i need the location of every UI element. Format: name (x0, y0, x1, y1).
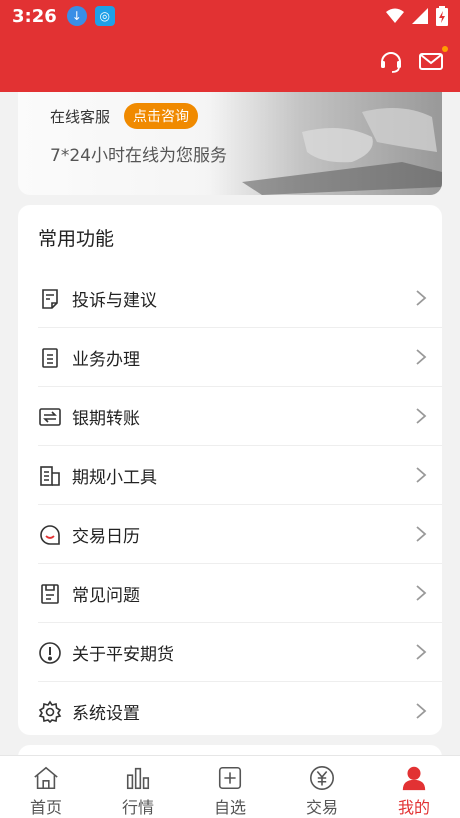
function-label: 交易日历 (72, 527, 140, 547)
market-icon (126, 767, 150, 790)
function-label: 常见问题 (72, 586, 140, 606)
function-list: 投诉与建议 业务办理 银期转账 期规小工具 交易日历 常见问题 关于平安期货 系… (18, 269, 442, 741)
tab-label: 首页 (29, 798, 62, 817)
chevron-right-icon (416, 585, 427, 601)
tab-label: 自选 (213, 798, 246, 817)
chevron-right-icon (416, 703, 427, 719)
watchlist-icon (218, 766, 242, 790)
online-service-banner[interactable]: 在线客服 点击咨询 7*24小时在线为您服务 (18, 92, 442, 195)
feedback-icon (42, 288, 58, 309)
chevron-right-icon (416, 526, 427, 542)
function-item-business[interactable]: 业务办理 (18, 328, 442, 387)
function-item-feedback[interactable]: 投诉与建议 (18, 269, 442, 328)
function-item-faq[interactable]: 常见问题 (18, 564, 442, 623)
common-functions-title: 常用功能 (38, 228, 115, 250)
faq-icon (41, 583, 59, 604)
calendar-icon (40, 524, 60, 545)
chevron-right-icon (416, 408, 427, 424)
home-icon (34, 766, 58, 790)
online-service-label: 在线客服 (50, 108, 111, 126)
header (0, 32, 460, 92)
common-functions-card: 常用功能 投诉与建议 业务办理 银期转账 期规小工具 交易日历 常见问题 关于平… (18, 205, 442, 735)
function-item-calendar[interactable]: 交易日历 (18, 505, 442, 564)
status-time: 3:26 (12, 5, 57, 27)
status-bar: 3:26 ↓ ◎ (0, 0, 460, 32)
tab-label: 行情 (121, 798, 154, 817)
bottom-tab-bar: 首页 行情 自选 交易 我的 (0, 755, 460, 818)
tab-trade[interactable]: 交易 (276, 756, 368, 818)
function-item-settings[interactable]: 系统设置 (18, 682, 442, 741)
mail-icon[interactable] (418, 48, 444, 74)
tab-home[interactable]: 首页 (0, 756, 92, 818)
wifi-icon (386, 8, 404, 23)
about-icon (39, 641, 61, 664)
function-label: 业务办理 (72, 350, 140, 370)
service-hours-text: 7*24小时在线为您服务 (50, 146, 227, 166)
battery-icon (436, 6, 448, 26)
app-notification-icon: ◎ (94, 6, 115, 26)
download-icon: ↓ (66, 6, 87, 26)
settings-icon (38, 700, 62, 723)
transfer-icon (39, 407, 61, 426)
function-label: 期规小工具 (72, 468, 157, 488)
function-item-tools[interactable]: 期规小工具 (18, 446, 442, 505)
trade-icon (310, 766, 334, 790)
chevron-right-icon (416, 349, 427, 365)
function-label: 银期转账 (72, 409, 140, 429)
function-label: 系统设置 (72, 704, 140, 724)
tab-profile[interactable]: 我的 (368, 756, 460, 818)
function-label: 关于平安期货 (72, 645, 174, 665)
function-label: 投诉与建议 (72, 291, 157, 311)
mail-unread-badge (442, 46, 448, 52)
tab-watchlist[interactable]: 自选 (184, 756, 276, 818)
business-icon (42, 347, 58, 368)
tab-label: 我的 (397, 798, 430, 817)
chevron-right-icon (416, 644, 427, 660)
profile-icon (402, 766, 426, 791)
function-item-about[interactable]: 关于平安期货 (18, 623, 442, 682)
function-item-transfer[interactable]: 银期转账 (18, 387, 442, 446)
laptop-photo (202, 92, 442, 195)
tab-label: 交易 (305, 798, 338, 817)
consult-button[interactable]: 点击咨询 (124, 103, 198, 129)
signal-icon (412, 8, 428, 24)
chevron-right-icon (416, 467, 427, 483)
customer-service-icon[interactable] (378, 48, 404, 74)
chevron-right-icon (416, 290, 427, 306)
tools-icon (40, 465, 60, 486)
tab-market[interactable]: 行情 (92, 756, 184, 818)
